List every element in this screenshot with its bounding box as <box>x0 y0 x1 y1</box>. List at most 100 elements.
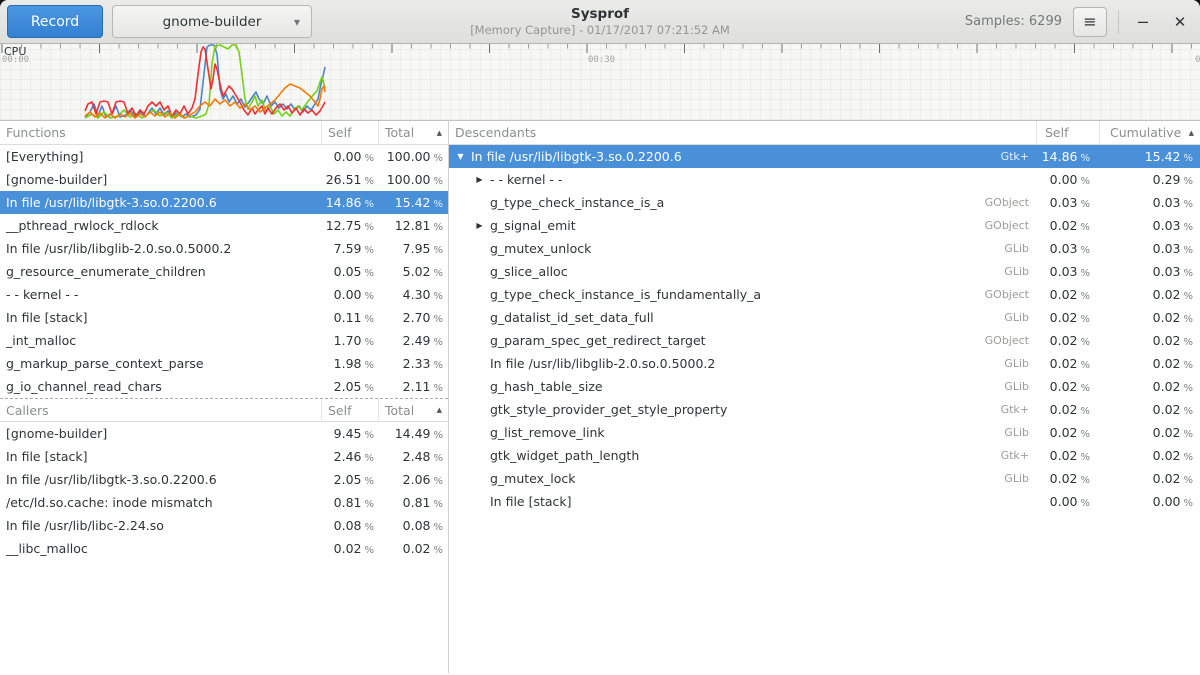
function-name-cell: g_slice_alloc GLib <box>486 264 1037 279</box>
time-label: 00:00 <box>2 55 29 65</box>
close-button[interactable]: ✕ <box>1167 9 1193 35</box>
function-name-cell: g_type_check_instance_is_fundamentally_a… <box>486 287 1037 302</box>
total-value: 2.48% <box>379 449 448 464</box>
function-name-cell: g_mutex_lock GLib <box>486 471 1037 486</box>
total-column-label: Total <box>385 403 414 418</box>
cumulative-value: 0.02% <box>1100 287 1200 302</box>
cpu-graph[interactable]: CPU 00:0000:3001:00 <box>0 44 1200 121</box>
table-row[interactable]: [gnome-builder] 9.45% 14.49% <box>0 422 448 445</box>
descendants-row[interactable]: In file /usr/lib/libglib-2.0.so.0.5000.2… <box>449 352 1200 375</box>
descendants-row[interactable]: g_list_remove_link GLib 0.02% 0.02% <box>449 421 1200 444</box>
table-row[interactable]: g_resource_enumerate_children 0.05% 5.02… <box>0 260 448 283</box>
total-value: 12.81% <box>379 218 448 233</box>
function-name-cell: g_param_spec_get_redirect_target GObject <box>486 333 1037 348</box>
descendants-row[interactable]: ▶ g_signal_emit GObject 0.02% 0.03% <box>449 214 1200 237</box>
self-value: 2.05% <box>322 472 379 487</box>
functions-column-header[interactable]: Functions <box>0 121 322 144</box>
descendants-row[interactable]: ▼ In file /usr/lib/libgtk-3.so.0.2200.6 … <box>449 145 1200 168</box>
self-value: 0.03% <box>1037 264 1100 279</box>
function-name-cell: In file /usr/lib/libgtk-3.so.0.2200.6 Gt… <box>467 149 1037 164</box>
table-row[interactable]: /etc/ld.so.cache: inode mismatch 0.81% 0… <box>0 491 448 514</box>
table-row[interactable]: In file /usr/lib/libgtk-3.so.0.2200.6 14… <box>0 191 448 214</box>
callers-column-header[interactable]: Callers <box>0 399 322 421</box>
self-value: 0.02% <box>1037 448 1100 463</box>
total-column-label: Total <box>385 125 414 140</box>
descendants-row[interactable]: g_type_check_instance_is_a GObject 0.03%… <box>449 191 1200 214</box>
table-row[interactable]: In file /usr/lib/libglib-2.0.so.0.5000.2… <box>0 237 448 260</box>
self-column-header[interactable]: Self <box>322 399 379 421</box>
function-name-cell: g_list_remove_link GLib <box>486 425 1037 440</box>
table-row[interactable]: g_io_channel_read_chars 2.05% 2.11% <box>0 375 448 398</box>
descendants-column-header[interactable]: Descendants <box>449 121 1037 144</box>
self-value: 0.00% <box>1037 172 1100 187</box>
table-row[interactable]: g_markup_parse_context_parse 1.98% 2.33% <box>0 352 448 375</box>
function-name: - - kernel - - <box>0 287 322 302</box>
cumulative-column-header[interactable]: Cumulative ▲ <box>1100 121 1200 144</box>
function-name: g_datalist_id_set_data_full <box>490 310 654 325</box>
library-category: GObject <box>977 334 1037 347</box>
cumulative-value: 0.03% <box>1100 241 1200 256</box>
self-value: 0.02% <box>1037 287 1100 302</box>
cumulative-value: 0.00% <box>1100 494 1200 509</box>
descendants-row[interactable]: g_mutex_lock GLib 0.02% 0.02% <box>449 467 1200 490</box>
function-name: g_type_check_instance_is_a <box>490 195 664 210</box>
total-column-header[interactable]: Total ▲ <box>379 121 448 144</box>
menu-button[interactable]: ≡ <box>1073 7 1107 37</box>
descendants-row[interactable]: g_mutex_unlock GLib 0.03% 0.03% <box>449 237 1200 260</box>
expander-icon[interactable]: ▼ <box>454 145 467 168</box>
descendants-row[interactable]: g_datalist_id_set_data_full GLib 0.02% 0… <box>449 306 1200 329</box>
process-selector[interactable]: gnome-builder ▾ <box>112 5 312 38</box>
descendants-row[interactable]: g_hash_table_size GLib 0.02% 0.02% <box>449 375 1200 398</box>
cumulative-value: 0.02% <box>1100 310 1200 325</box>
total-value: 15.42% <box>379 195 448 210</box>
function-name: __libc_malloc <box>0 541 322 556</box>
table-row[interactable]: [gnome-builder] 26.51% 100.00% <box>0 168 448 191</box>
function-name: In file /usr/lib/libgtk-3.so.0.2200.6 <box>471 149 682 164</box>
library-category: GLib <box>996 242 1037 255</box>
self-value: 12.75% <box>322 218 379 233</box>
total-value: 100.00% <box>379 172 448 187</box>
table-row[interactable]: In file /usr/lib/libc-2.24.so 0.08% 0.08… <box>0 514 448 537</box>
self-column-header[interactable]: Self <box>322 121 379 144</box>
descendants-row[interactable]: g_type_check_instance_is_fundamentally_a… <box>449 283 1200 306</box>
functions-rows: [Everything] 0.00% 100.00% [gnome-builde… <box>0 145 448 398</box>
self-value: 0.00% <box>1037 494 1100 509</box>
descendants-row[interactable]: In file [stack] 0.00% 0.00% <box>449 490 1200 513</box>
self-value: 1.98% <box>322 356 379 371</box>
expander-icon[interactable]: ▶ <box>473 214 486 237</box>
descendants-row[interactable]: g_slice_alloc GLib 0.03% 0.03% <box>449 260 1200 283</box>
table-row[interactable]: __libc_malloc 0.02% 0.02% <box>0 537 448 560</box>
function-name-cell: In file [stack] <box>486 494 1037 509</box>
function-name-cell: - - kernel - - <box>486 172 1037 187</box>
cumulative-value: 0.02% <box>1100 379 1200 394</box>
library-category: GObject <box>977 196 1037 209</box>
self-value: 0.02% <box>1037 425 1100 440</box>
total-value: 7.95% <box>379 241 448 256</box>
descendants-row[interactable]: gtk_style_provider_get_style_property Gt… <box>449 398 1200 421</box>
self-value: 0.03% <box>1037 241 1100 256</box>
cumulative-value: 0.03% <box>1100 264 1200 279</box>
function-name-cell: g_hash_table_size GLib <box>486 379 1037 394</box>
app-subtitle: [Memory Capture] - 01/17/2017 07:21:52 A… <box>470 23 730 38</box>
table-row[interactable]: In file [stack] 0.11% 2.70% <box>0 306 448 329</box>
record-button[interactable]: Record <box>7 5 103 38</box>
expander-icon[interactable]: ▶ <box>473 168 486 191</box>
table-row[interactable]: _int_malloc 1.70% 2.49% <box>0 329 448 352</box>
self-value: 0.02% <box>1037 471 1100 486</box>
app-title: Sysprof <box>470 5 730 23</box>
self-column-header[interactable]: Self <box>1037 121 1100 144</box>
table-row[interactable]: [Everything] 0.00% 100.00% <box>0 145 448 168</box>
self-value: 26.51% <box>322 172 379 187</box>
minimize-button[interactable]: – <box>1130 9 1156 35</box>
table-row[interactable]: __pthread_rwlock_rdlock 12.75% 12.81% <box>0 214 448 237</box>
table-row[interactable]: - - kernel - - 0.00% 4.30% <box>0 283 448 306</box>
table-row[interactable]: In file [stack] 2.46% 2.48% <box>0 445 448 468</box>
total-value: 2.49% <box>379 333 448 348</box>
descendants-row[interactable]: gtk_widget_path_length Gtk+ 0.02% 0.02% <box>449 444 1200 467</box>
descendants-row[interactable]: ▶ - - kernel - - 0.00% 0.29% <box>449 168 1200 191</box>
table-row[interactable]: In file /usr/lib/libgtk-3.so.0.2200.6 2.… <box>0 468 448 491</box>
sort-ascending-icon: ▲ <box>437 129 442 137</box>
total-column-header[interactable]: Total ▲ <box>379 399 448 421</box>
descendants-row[interactable]: g_param_spec_get_redirect_target GObject… <box>449 329 1200 352</box>
self-value: 0.03% <box>1037 195 1100 210</box>
